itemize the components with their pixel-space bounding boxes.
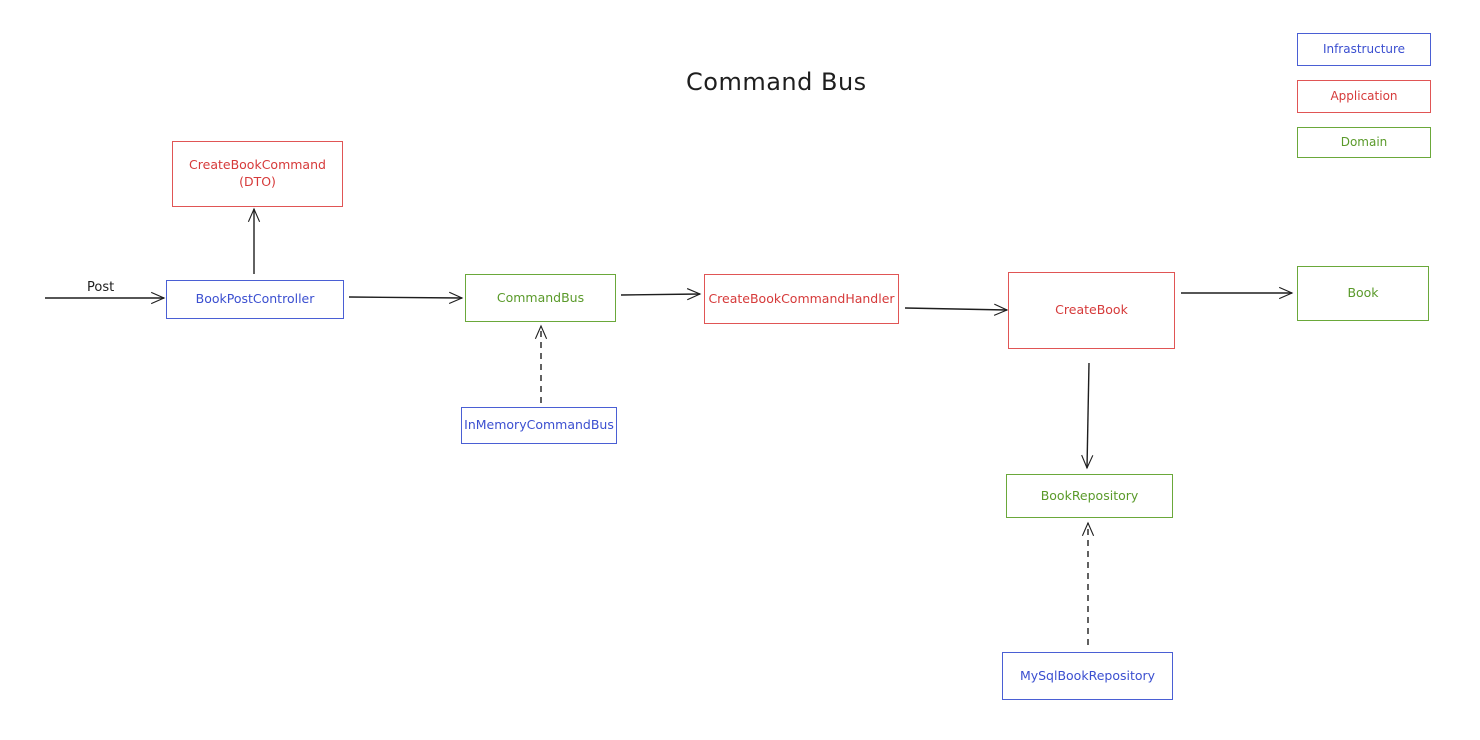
node-create-book-command-handler[interactable]: CreateBookCommandHandler <box>704 274 899 324</box>
edge-controller-to-commandbus <box>348 291 464 305</box>
edge-handler-to-createbook <box>904 303 1009 316</box>
edge-label-post: Post <box>87 280 115 295</box>
node-book[interactable]: Book <box>1297 266 1429 321</box>
node-command-bus[interactable]: CommandBus <box>465 274 616 322</box>
node-create-book[interactable]: CreateBook <box>1008 272 1175 349</box>
edges-layer <box>45 207 1294 645</box>
node-in-memory-command-bus[interactable]: InMemoryCommandBus <box>461 407 617 444</box>
node-create-book-command[interactable]: CreateBookCommand (DTO) <box>172 141 343 207</box>
node-book-repository[interactable]: BookRepository <box>1006 474 1173 518</box>
node-book-post-controller[interactable]: BookPostController <box>166 280 344 319</box>
edge-createbook-to-repository <box>1081 362 1094 470</box>
edge-commandbus-to-handler <box>620 288 702 301</box>
node-mysql-book-repository[interactable]: MySqlBookRepository <box>1002 652 1173 700</box>
